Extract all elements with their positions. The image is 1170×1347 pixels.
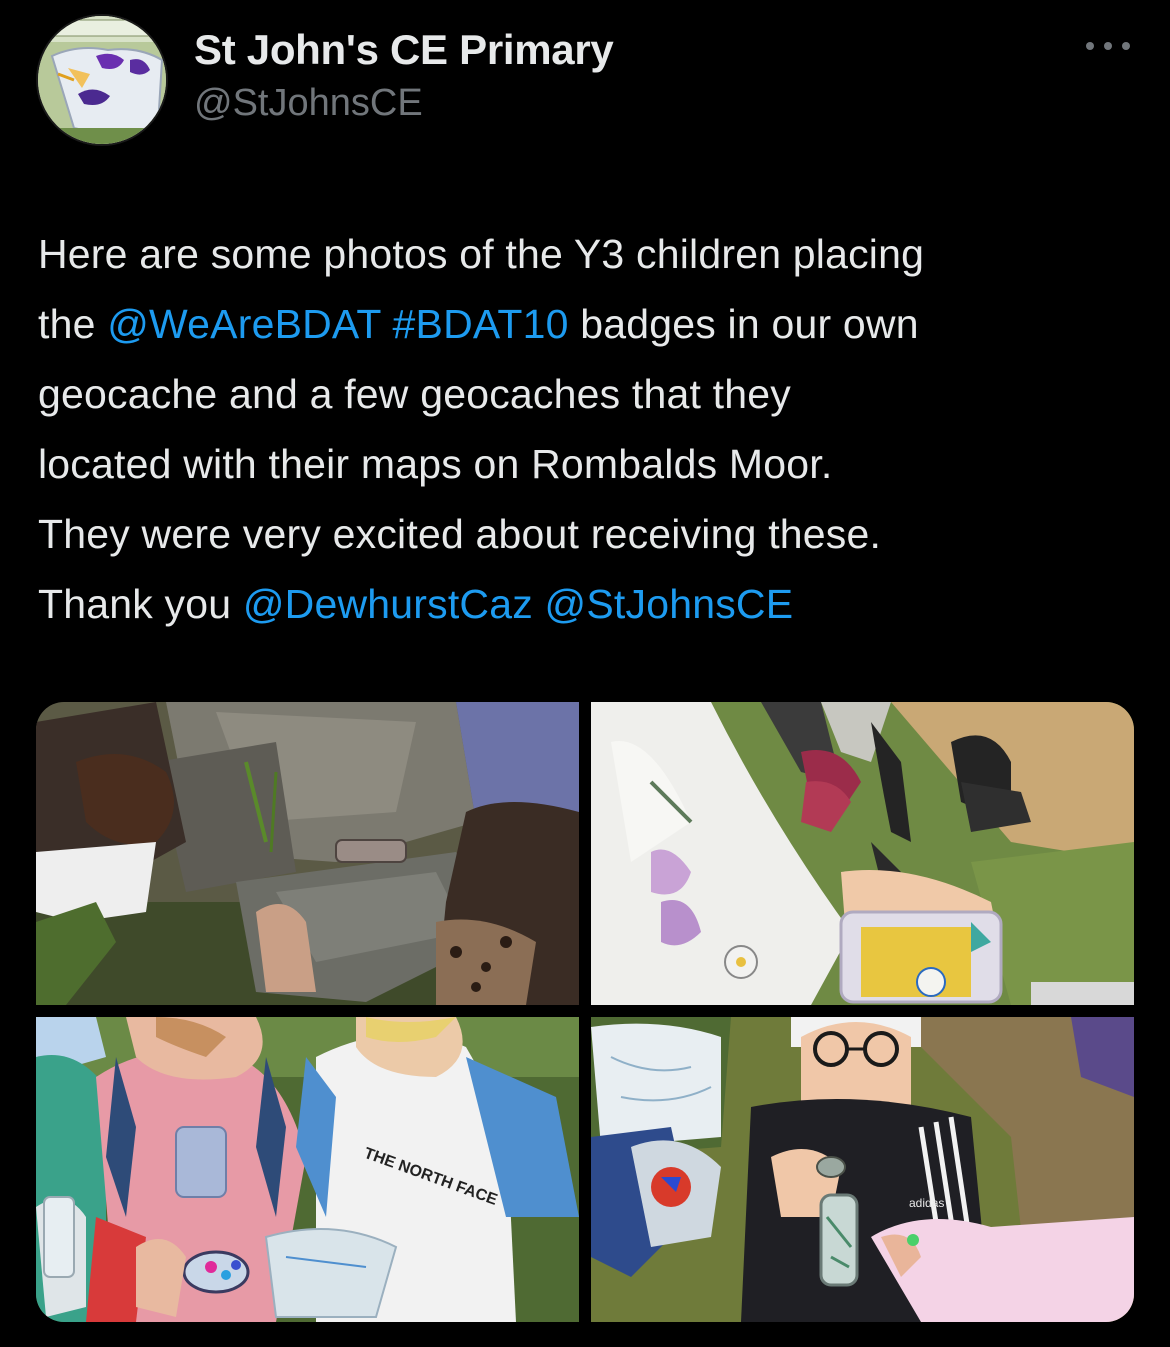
photo-2-image bbox=[591, 702, 1134, 1005]
tweet-text: Here are some photos of the Y3 children … bbox=[38, 219, 1148, 639]
account-handle[interactable]: @StJohnsCE bbox=[194, 78, 613, 128]
tweet-line: Thank you @DewhurstCaz @StJohnsCE bbox=[38, 569, 1148, 639]
jacket-brand: adidas bbox=[909, 1196, 944, 1210]
tweet-header: St John's CE Primary @StJohnsCE bbox=[36, 14, 1136, 146]
photo-geocache-rocks[interactable] bbox=[36, 702, 579, 1005]
account-names: St John's CE Primary @StJohnsCE bbox=[194, 26, 614, 128]
dot bbox=[1086, 42, 1094, 50]
photo-badge-tin[interactable] bbox=[591, 702, 1134, 1005]
avatar-image bbox=[38, 16, 166, 144]
mention-link-stjohnsce[interactable]: @StJohnsCE bbox=[545, 581, 794, 627]
avatar[interactable] bbox=[36, 14, 168, 146]
mention-link-dewhurstcaz[interactable]: @DewhurstCaz bbox=[243, 581, 533, 627]
more-horizontal-icon[interactable] bbox=[1086, 38, 1130, 54]
mention-link-wearebdat[interactable]: @WeAreBDAT bbox=[107, 301, 381, 347]
text-fragment: Thank you bbox=[38, 581, 243, 627]
tweet-line: They were very excited about receiving t… bbox=[38, 511, 882, 557]
media-grid: THE NORTH FACE adidas bbox=[36, 702, 1134, 1322]
dot bbox=[1122, 42, 1130, 50]
tweet-line: geocache and a few geocaches that they bbox=[38, 371, 791, 417]
display-name[interactable]: St John's CE Primary bbox=[194, 26, 614, 74]
photo-1-image bbox=[36, 702, 579, 1005]
dot bbox=[1104, 42, 1112, 50]
text-fragment: the bbox=[38, 301, 108, 347]
text-fragment: badges in our own bbox=[568, 301, 919, 347]
photo-children-map[interactable]: THE NORTH FACE bbox=[36, 1017, 579, 1322]
tweet-line: located with their maps on Rombalds Moor… bbox=[38, 441, 833, 487]
tweet-line: the @WeAreBDAT #BDAT10 badges in our own bbox=[38, 289, 1148, 359]
photo-3-image: THE NORTH FACE bbox=[36, 1017, 579, 1322]
hashtag-link-bdat10[interactable]: #BDAT10 bbox=[393, 301, 569, 347]
tweet-line: Here are some photos of the Y3 children … bbox=[38, 231, 925, 277]
photo-4-image: adidas bbox=[591, 1017, 1134, 1322]
tweet: St John's CE Primary @StJohnsCE Here are… bbox=[0, 0, 1170, 1347]
photo-boy-badge[interactable]: adidas bbox=[591, 1017, 1134, 1322]
